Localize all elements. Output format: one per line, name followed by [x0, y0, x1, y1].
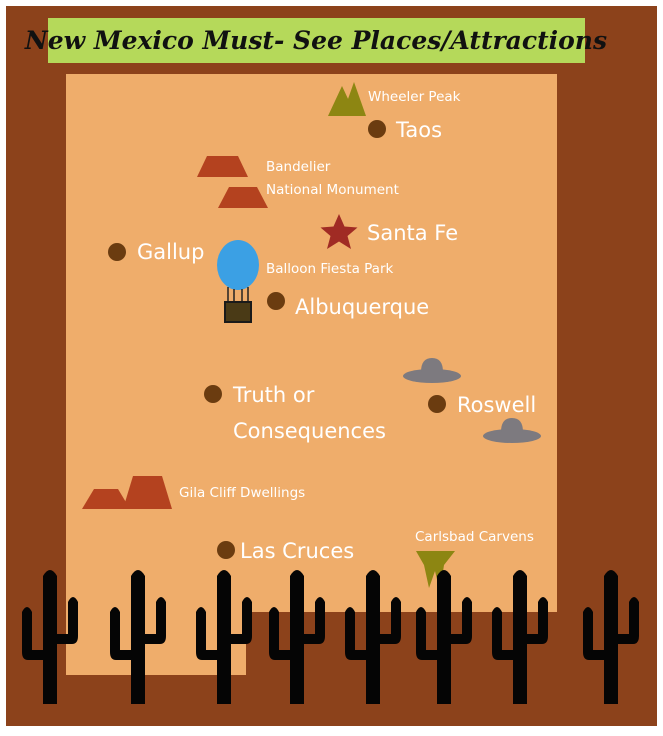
attraction-label-national-monument: National Monument	[266, 182, 399, 198]
city-dot-albuquerque	[267, 292, 285, 310]
attraction-label-carlsbad-carvens: Carlsbad Carvens	[415, 529, 534, 545]
attraction-label-balloon-fiesta-park: Balloon Fiesta Park	[266, 261, 393, 277]
city-label-las-cruces: Las Cruces	[240, 539, 354, 563]
city-label-consequences: Consequences	[233, 419, 386, 443]
city-dot-roswell	[428, 395, 446, 413]
attraction-label-gila-cliff-dwellings: Gila Cliff Dwellings	[179, 485, 305, 501]
attraction-label-bandelier: Bandelier	[266, 159, 331, 175]
city-label-gallup: Gallup	[137, 240, 204, 264]
city-dot-gallup	[108, 243, 126, 261]
map-poster: New Mexico Must- See Places/Attractions …	[0, 0, 663, 736]
city-dot-las-cruces	[217, 541, 235, 559]
city-label-roswell: Roswell	[457, 393, 536, 417]
city-label-albuquerque: Albuquerque	[295, 295, 429, 319]
city-label-santa-fe: Santa Fe	[367, 221, 458, 245]
attraction-label-wheeler-peak: Wheeler Peak	[368, 89, 461, 105]
city-label-truth-or: Truth or	[232, 383, 315, 407]
city-dot-truth-or-consequences	[204, 385, 222, 403]
map-title: New Mexico Must- See Places/Attractions	[24, 26, 607, 55]
map-canvas: New Mexico Must- See Places/Attractions …	[6, 6, 657, 726]
city-label-taos: Taos	[395, 118, 442, 142]
city-dot-taos	[368, 120, 386, 138]
